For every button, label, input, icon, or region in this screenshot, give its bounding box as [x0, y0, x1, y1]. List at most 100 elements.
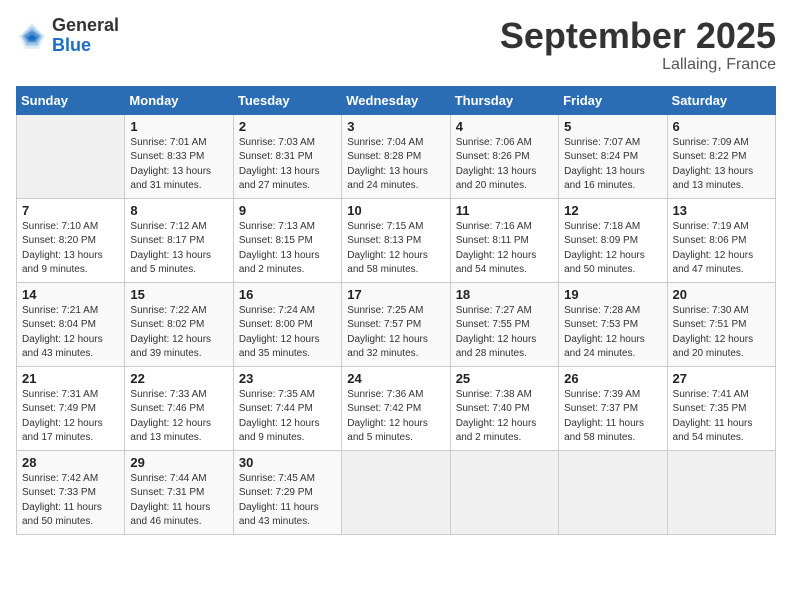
day-info: Sunrise: 7:31 AMSunset: 7:49 PMDaylight:…: [22, 388, 119, 446]
calendar-cell: [342, 450, 450, 534]
day-info: Sunrise: 7:04 AMSunset: 8:28 PMDaylight:…: [347, 136, 444, 194]
day-number: 24: [347, 371, 444, 386]
calendar-cell: 6 Sunrise: 7:09 AMSunset: 8:22 PMDaylight…: [667, 114, 775, 198]
calendar-cell: 3 Sunrise: 7:04 AMSunset: 8:28 PMDaylight…: [342, 114, 450, 198]
day-info: Sunrise: 7:33 AMSunset: 7:46 PMDaylight:…: [130, 388, 227, 446]
calendar-header: Sunday Monday Tuesday Wednesday Thursday…: [17, 86, 776, 114]
day-info: Sunrise: 7:42 AMSunset: 7:33 PMDaylight:…: [22, 472, 119, 530]
day-number: 3: [347, 119, 444, 134]
calendar-cell: 18 Sunrise: 7:27 AMSunset: 7:55 PMDayligh…: [450, 282, 558, 366]
calendar-cell: 7 Sunrise: 7:10 AMSunset: 8:20 PMDaylight…: [17, 198, 125, 282]
day-info: Sunrise: 7:27 AMSunset: 7:55 PMDaylight:…: [456, 304, 553, 362]
calendar-cell: 8 Sunrise: 7:12 AMSunset: 8:17 PMDaylight…: [125, 198, 233, 282]
calendar-cell: 28Sunrise: 7:42 AMSunset: 7:33 PMDayligh…: [17, 450, 125, 534]
calendar-cell: 29 Sunrise: 7:44 AMSunset: 7:31 PMDayligh…: [125, 450, 233, 534]
col-saturday: Saturday: [667, 86, 775, 114]
calendar-cell: 15 Sunrise: 7:22 AMSunset: 8:02 PMDayligh…: [125, 282, 233, 366]
day-info: Sunrise: 7:25 AMSunset: 7:57 PMDaylight:…: [347, 304, 444, 362]
day-info: Sunrise: 7:15 AMSunset: 8:13 PMDaylight:…: [347, 220, 444, 278]
day-info: Sunrise: 7:12 AMSunset: 8:17 PMDaylight:…: [130, 220, 227, 278]
day-info: Sunrise: 7:13 AMSunset: 8:15 PMDaylight:…: [239, 220, 336, 278]
calendar-cell: 17 Sunrise: 7:25 AMSunset: 7:57 PMDayligh…: [342, 282, 450, 366]
day-number: 10: [347, 203, 444, 218]
day-info: Sunrise: 7:16 AMSunset: 8:11 PMDaylight:…: [456, 220, 553, 278]
calendar-cell: 5 Sunrise: 7:07 AMSunset: 8:24 PMDaylight…: [559, 114, 667, 198]
month-title: September 2025: [500, 16, 776, 56]
day-info: Sunrise: 7:01 AMSunset: 8:33 PMDaylight:…: [130, 136, 227, 194]
day-info: Sunrise: 7:10 AMSunset: 8:20 PMDaylight:…: [22, 220, 119, 278]
calendar-cell: [17, 114, 125, 198]
day-number: 6: [673, 119, 770, 134]
day-number: 18: [456, 287, 553, 302]
calendar-cell: 25 Sunrise: 7:38 AMSunset: 7:40 PMDayligh…: [450, 366, 558, 450]
day-number: 1: [130, 119, 227, 134]
day-number: 27: [673, 371, 770, 386]
calendar-cell: [667, 450, 775, 534]
col-tuesday: Tuesday: [233, 86, 341, 114]
calendar-cell: 13Sunrise: 7:19 AMSunset: 8:06 PMDayligh…: [667, 198, 775, 282]
calendar-cell: 12Sunrise: 7:18 AMSunset: 8:09 PMDayligh…: [559, 198, 667, 282]
day-info: Sunrise: 7:39 AMSunset: 7:37 PMDaylight:…: [564, 388, 661, 446]
day-number: 14: [22, 287, 119, 302]
day-number: 30: [239, 455, 336, 470]
calendar-cell: [450, 450, 558, 534]
day-number: 7: [22, 203, 119, 218]
calendar-cell: 24 Sunrise: 7:36 AMSunset: 7:42 PMDayligh…: [342, 366, 450, 450]
day-info: Sunrise: 7:30 AMSunset: 7:51 PMDaylight:…: [673, 304, 770, 362]
calendar-table: Sunday Monday Tuesday Wednesday Thursday…: [16, 86, 776, 535]
calendar-cell: 21Sunrise: 7:31 AMSunset: 7:49 PMDayligh…: [17, 366, 125, 450]
day-number: 29: [130, 455, 227, 470]
title-area: September 2025 Lallaing, France: [500, 16, 776, 74]
day-info: Sunrise: 7:03 AMSunset: 8:31 PMDaylight:…: [239, 136, 336, 194]
calendar-week-row: 14Sunrise: 7:21 AMSunset: 8:04 PMDayligh…: [17, 282, 776, 366]
day-info: Sunrise: 7:38 AMSunset: 7:40 PMDaylight:…: [456, 388, 553, 446]
day-number: 17: [347, 287, 444, 302]
calendar-cell: 27 Sunrise: 7:41 AMSunset: 7:35 PMDayligh…: [667, 366, 775, 450]
day-info: Sunrise: 7:41 AMSunset: 7:35 PMDaylight:…: [673, 388, 770, 446]
day-info: Sunrise: 7:44 AMSunset: 7:31 PMDaylight:…: [130, 472, 227, 530]
day-info: Sunrise: 7:28 AMSunset: 7:53 PMDaylight:…: [564, 304, 661, 362]
day-info: Sunrise: 7:09 AMSunset: 8:22 PMDaylight:…: [673, 136, 770, 194]
day-info: Sunrise: 7:35 AMSunset: 7:44 PMDaylight:…: [239, 388, 336, 446]
day-info: Sunrise: 7:19 AMSunset: 8:06 PMDaylight:…: [673, 220, 770, 278]
col-sunday: Sunday: [17, 86, 125, 114]
calendar-cell: 30 Sunrise: 7:45 AMSunset: 7:29 PMDayligh…: [233, 450, 341, 534]
calendar-cell: 16Sunrise: 7:24 AMSunset: 8:00 PMDayligh…: [233, 282, 341, 366]
day-info: Sunrise: 7:45 AMSunset: 7:29 PMDaylight:…: [239, 472, 336, 530]
day-info: Sunrise: 7:36 AMSunset: 7:42 PMDaylight:…: [347, 388, 444, 446]
day-number: 4: [456, 119, 553, 134]
day-number: 26: [564, 371, 661, 386]
calendar-cell: 23Sunrise: 7:35 AMSunset: 7:44 PMDayligh…: [233, 366, 341, 450]
day-number: 8: [130, 203, 227, 218]
day-number: 5: [564, 119, 661, 134]
calendar-cell: [559, 450, 667, 534]
calendar-cell: 9 Sunrise: 7:13 AMSunset: 8:15 PMDaylight…: [233, 198, 341, 282]
calendar-cell: 2Sunrise: 7:03 AMSunset: 8:31 PMDaylight…: [233, 114, 341, 198]
calendar-body: 1 Sunrise: 7:01 AMSunset: 8:33 PMDaylight…: [17, 114, 776, 534]
page-header: General Blue September 2025 Lallaing, Fr…: [16, 16, 776, 74]
col-wednesday: Wednesday: [342, 86, 450, 114]
logo-blue-text: Blue: [52, 36, 119, 56]
col-friday: Friday: [559, 86, 667, 114]
day-number: 11: [456, 203, 553, 218]
calendar-week-row: 1 Sunrise: 7:01 AMSunset: 8:33 PMDaylight…: [17, 114, 776, 198]
day-info: Sunrise: 7:07 AMSunset: 8:24 PMDaylight:…: [564, 136, 661, 194]
logo-text: General Blue: [52, 16, 119, 56]
calendar-cell: 10 Sunrise: 7:15 AMSunset: 8:13 PMDayligh…: [342, 198, 450, 282]
day-info: Sunrise: 7:22 AMSunset: 8:02 PMDaylight:…: [130, 304, 227, 362]
location: Lallaing, France: [500, 56, 776, 74]
day-number: 22: [130, 371, 227, 386]
calendar-cell: 22 Sunrise: 7:33 AMSunset: 7:46 PMDayligh…: [125, 366, 233, 450]
day-number: 12: [564, 203, 661, 218]
day-number: 25: [456, 371, 553, 386]
calendar-cell: 11 Sunrise: 7:16 AMSunset: 8:11 PMDayligh…: [450, 198, 558, 282]
logo-general-text: General: [52, 16, 119, 36]
col-monday: Monday: [125, 86, 233, 114]
day-info: Sunrise: 7:06 AMSunset: 8:26 PMDaylight:…: [456, 136, 553, 194]
day-number: 9: [239, 203, 336, 218]
day-number: 15: [130, 287, 227, 302]
calendar-cell: 1 Sunrise: 7:01 AMSunset: 8:33 PMDaylight…: [125, 114, 233, 198]
calendar-cell: 20Sunrise: 7:30 AMSunset: 7:51 PMDayligh…: [667, 282, 775, 366]
calendar-week-row: 28Sunrise: 7:42 AMSunset: 7:33 PMDayligh…: [17, 450, 776, 534]
calendar-cell: 19Sunrise: 7:28 AMSunset: 7:53 PMDayligh…: [559, 282, 667, 366]
